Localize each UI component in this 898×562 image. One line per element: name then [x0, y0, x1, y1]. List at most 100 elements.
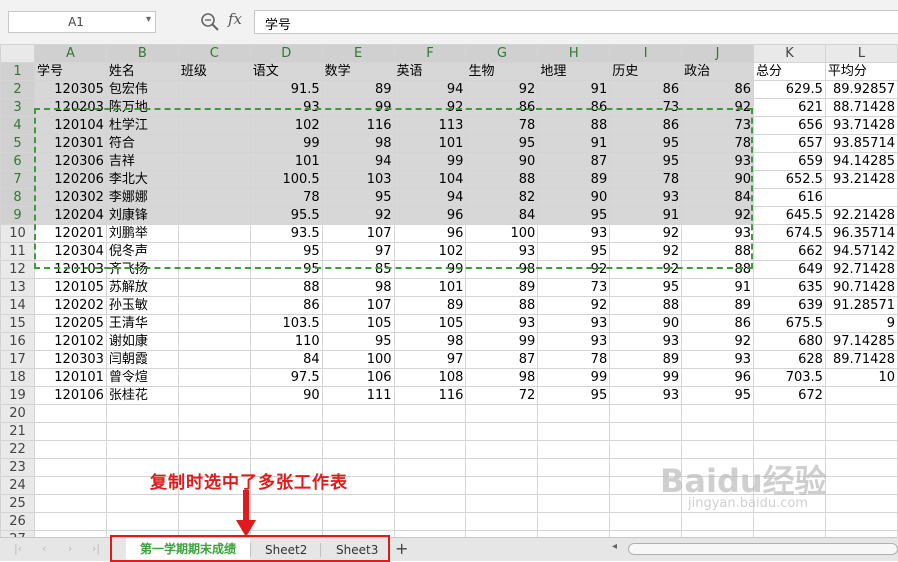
- column-header[interactable]: J: [681, 44, 754, 63]
- formula-input[interactable]: 学号: [254, 10, 898, 34]
- row-header[interactable]: 13: [0, 278, 35, 297]
- cell[interactable]: 90: [249, 386, 323, 405]
- cell[interactable]: [321, 494, 395, 513]
- cell[interactable]: 106: [321, 368, 395, 387]
- cell[interactable]: 99: [537, 368, 611, 387]
- cell[interactable]: [681, 404, 754, 423]
- cell[interactable]: 平均分: [824, 62, 898, 81]
- cell[interactable]: [177, 116, 251, 135]
- cell[interactable]: [177, 188, 251, 207]
- cell[interactable]: 93: [537, 332, 611, 351]
- cell[interactable]: 628: [753, 350, 826, 369]
- row-header[interactable]: 12: [0, 260, 35, 279]
- cell[interactable]: 645.5: [753, 206, 826, 225]
- cell[interactable]: [177, 440, 251, 459]
- cell[interactable]: 86: [465, 98, 539, 117]
- cell[interactable]: 120206: [33, 170, 107, 189]
- cell[interactable]: 107: [321, 296, 395, 315]
- cell[interactable]: 100: [321, 350, 395, 369]
- select-all-corner[interactable]: [0, 44, 35, 63]
- cell[interactable]: [465, 494, 539, 513]
- cell[interactable]: [537, 458, 611, 477]
- cell[interactable]: 98: [321, 134, 395, 153]
- horizontal-scrollbar[interactable]: ◂: [612, 541, 898, 557]
- cell[interactable]: 杜学江: [105, 116, 179, 135]
- row-header[interactable]: 22: [0, 440, 35, 459]
- cell[interactable]: 120302: [33, 188, 107, 207]
- cell[interactable]: 87: [537, 152, 611, 171]
- cell[interactable]: 93.71428: [824, 116, 898, 135]
- cell[interactable]: 张桂花: [105, 386, 179, 405]
- cell[interactable]: [177, 350, 251, 369]
- cell[interactable]: 92: [681, 206, 754, 225]
- cell[interactable]: 90: [681, 170, 754, 189]
- column-header[interactable]: D: [249, 44, 323, 63]
- cell[interactable]: 120301: [33, 134, 107, 153]
- cell[interactable]: [321, 440, 395, 459]
- cell[interactable]: [177, 242, 251, 261]
- cell[interactable]: [824, 188, 898, 207]
- cell[interactable]: 95: [321, 188, 395, 207]
- cell[interactable]: [609, 422, 683, 441]
- column-header[interactable]: B: [105, 44, 179, 63]
- cell[interactable]: 629.5: [753, 80, 826, 99]
- cell[interactable]: 120104: [33, 116, 107, 135]
- cell[interactable]: 95: [465, 134, 539, 153]
- cell[interactable]: 104: [393, 170, 467, 189]
- cell[interactable]: 99: [393, 152, 467, 171]
- cell[interactable]: 635: [753, 278, 826, 297]
- cell[interactable]: 88: [537, 116, 611, 135]
- cell[interactable]: [33, 476, 107, 495]
- cell[interactable]: 110: [249, 332, 323, 351]
- cell[interactable]: [321, 422, 395, 441]
- cell[interactable]: 84: [681, 188, 754, 207]
- row-header[interactable]: 4: [0, 116, 35, 135]
- cell[interactable]: 94: [321, 152, 395, 171]
- cell[interactable]: 105: [321, 314, 395, 333]
- cell[interactable]: 657: [753, 134, 826, 153]
- cell[interactable]: [105, 512, 179, 531]
- cell[interactable]: 86: [681, 80, 754, 99]
- cell[interactable]: 89: [393, 296, 467, 315]
- cell[interactable]: [824, 512, 898, 531]
- cell[interactable]: 105: [393, 314, 467, 333]
- cell[interactable]: 94: [393, 80, 467, 99]
- cell[interactable]: 92.21428: [824, 206, 898, 225]
- cell[interactable]: [393, 476, 467, 495]
- row-header[interactable]: 14: [0, 296, 35, 315]
- cell[interactable]: 92: [393, 98, 467, 117]
- cell[interactable]: [177, 224, 251, 243]
- row-header[interactable]: 6: [0, 152, 35, 171]
- first-sheet-button[interactable]: |‹: [14, 542, 22, 555]
- cell[interactable]: 88: [609, 296, 683, 315]
- cell[interactable]: 96.35714: [824, 224, 898, 243]
- cell[interactable]: 92: [681, 98, 754, 117]
- row-header[interactable]: 18: [0, 368, 35, 387]
- cell[interactable]: 84: [249, 350, 323, 369]
- cell[interactable]: 94: [393, 188, 467, 207]
- cell[interactable]: 地理: [537, 62, 611, 81]
- row-header[interactable]: 9: [0, 206, 35, 225]
- cell[interactable]: [393, 422, 467, 441]
- cell[interactable]: [33, 512, 107, 531]
- column-header[interactable]: F: [393, 44, 467, 63]
- cell[interactable]: 674.5: [753, 224, 826, 243]
- cell[interactable]: 包宏伟: [105, 80, 179, 99]
- cell[interactable]: 95: [681, 386, 754, 405]
- cell[interactable]: 93: [537, 314, 611, 333]
- cell[interactable]: [465, 512, 539, 531]
- add-sheet-button[interactable]: +: [395, 539, 408, 558]
- cell[interactable]: [824, 440, 898, 459]
- column-header[interactable]: K: [753, 44, 826, 63]
- cell[interactable]: 齐飞扬: [105, 260, 179, 279]
- column-header[interactable]: A: [33, 44, 107, 63]
- cell[interactable]: 88: [681, 260, 754, 279]
- cell[interactable]: 政治: [681, 62, 754, 81]
- cell[interactable]: [177, 368, 251, 387]
- cell[interactable]: 675.5: [753, 314, 826, 333]
- cell[interactable]: 95: [321, 332, 395, 351]
- cell[interactable]: 107: [321, 224, 395, 243]
- cell[interactable]: [537, 512, 611, 531]
- cell[interactable]: 90: [465, 152, 539, 171]
- cell[interactable]: 99: [609, 368, 683, 387]
